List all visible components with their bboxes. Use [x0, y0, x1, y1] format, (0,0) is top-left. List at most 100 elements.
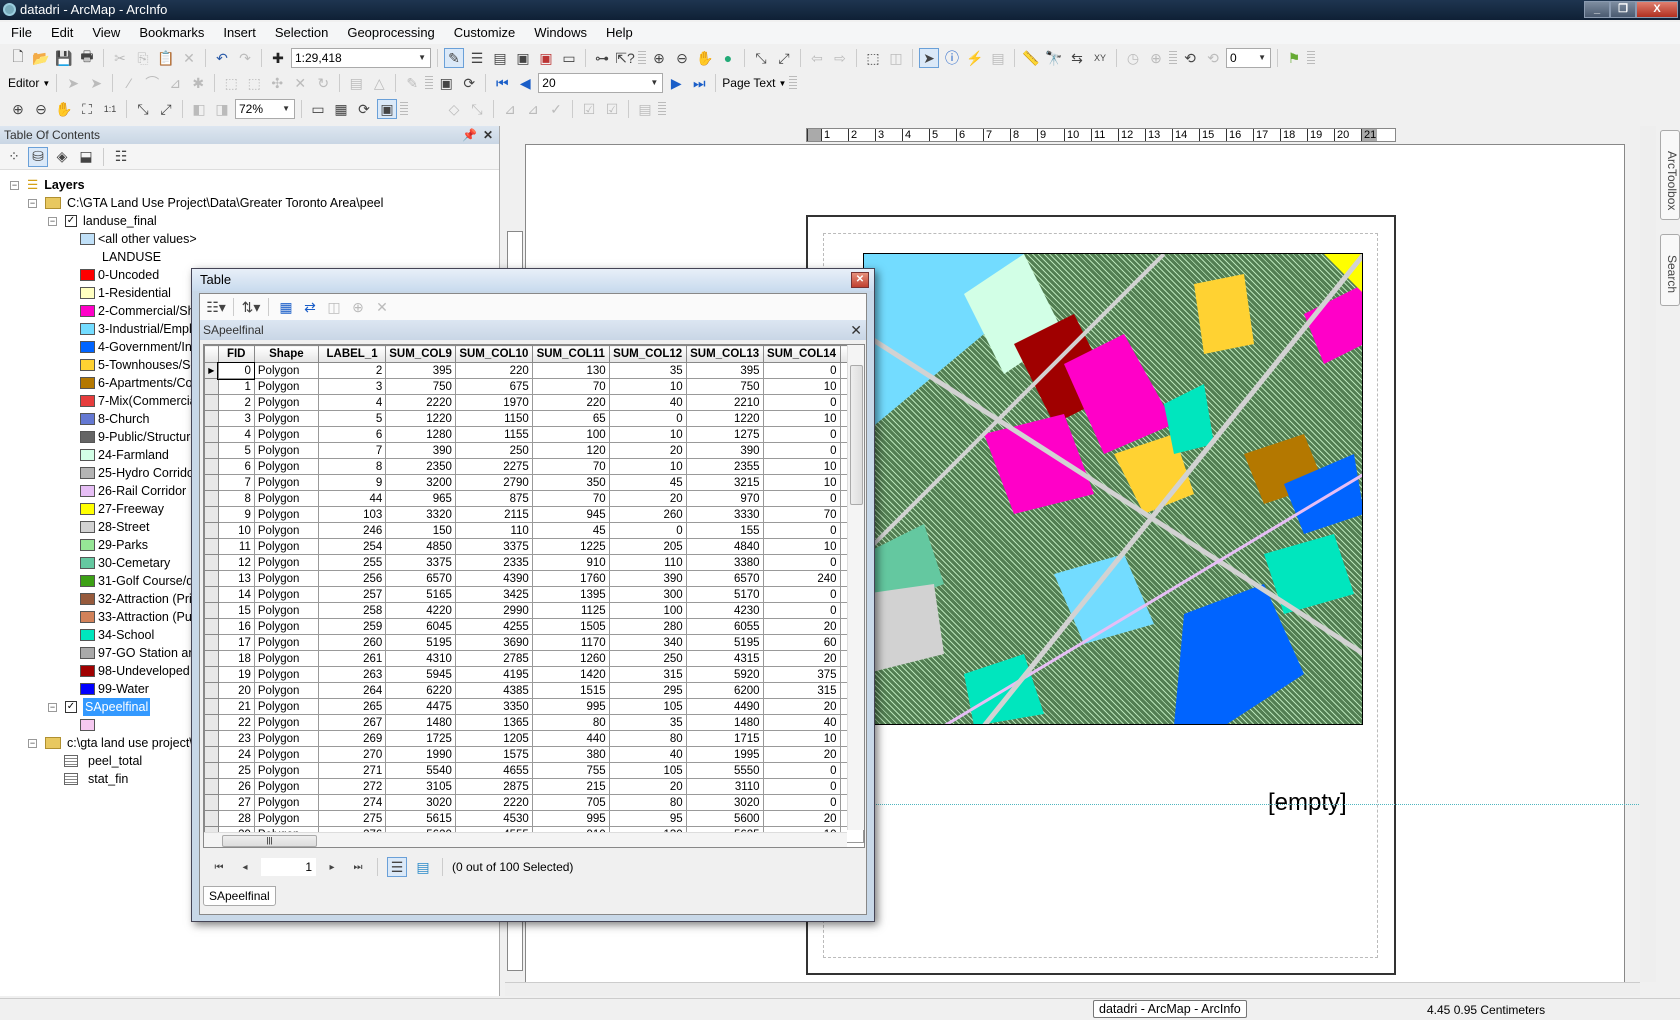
table-cell[interactable]: Polygon — [253, 506, 319, 523]
select-features-icon[interactable]: ⬚ — [863, 48, 883, 68]
table-cell[interactable]: 4315 — [685, 650, 764, 667]
table-cell[interactable]: 5920 — [685, 666, 764, 683]
next-record-icon[interactable]: ▸ — [322, 857, 342, 877]
table-row[interactable]: 9 Polygon 103 3320 2115 945 260 3330 70 — [204, 506, 864, 523]
table-cell[interactable]: 40 — [608, 746, 687, 763]
table-cell[interactable]: 10 — [217, 522, 255, 539]
delete-selected-icon[interactable]: ✕ — [372, 297, 392, 317]
table-cell[interactable]: 70 — [531, 378, 610, 395]
table-cell[interactable]: 1715 — [685, 730, 764, 747]
table-cell[interactable]: 20 — [608, 490, 687, 507]
table-cell[interactable]: 258 — [317, 602, 387, 619]
table-cell[interactable]: 1725 — [385, 730, 456, 747]
table-cell[interactable]: 155 — [685, 522, 764, 539]
html-popup-icon[interactable]: ▤ — [988, 48, 1008, 68]
search-window-icon[interactable]: ▣ — [513, 48, 533, 68]
row-selector[interactable] — [204, 810, 219, 827]
toc-close-icon[interactable]: ✕ — [483, 126, 493, 144]
table-cell[interactable]: 259 — [317, 618, 387, 635]
table-cell[interactable]: 2785 — [454, 650, 533, 667]
layout-horizontal-scrollbar[interactable] — [505, 982, 1640, 996]
legend-swatch[interactable] — [80, 719, 95, 731]
row-selector[interactable] — [204, 698, 219, 715]
table-cell[interactable]: Polygon — [253, 650, 319, 667]
table-cell[interactable]: 65 — [531, 410, 610, 427]
attributes-icon[interactable]: ▤ — [346, 73, 366, 93]
table-row[interactable]: 4 Polygon 6 1280 1155 100 10 1275 0 — [204, 426, 864, 443]
table-cell[interactable]: 17 — [217, 634, 255, 651]
grid-vertical-scrollbar[interactable] — [847, 345, 864, 830]
close-table-tab-icon[interactable]: ✕ — [850, 320, 862, 340]
table-cell[interactable]: Polygon — [253, 426, 319, 443]
previous-extent-layout-icon[interactable]: ◧ — [189, 99, 209, 119]
table-cell[interactable]: 6055 — [685, 618, 764, 635]
table-cell[interactable]: 105 — [608, 698, 687, 715]
next-extent-layout-icon[interactable]: ◨ — [212, 99, 232, 119]
visibility-checkbox[interactable]: ✓ — [65, 215, 77, 227]
edit-vertices-icon[interactable]: ⬚ — [221, 73, 241, 93]
table-cell[interactable]: 0 — [762, 394, 841, 411]
table-cell[interactable]: 9 — [317, 474, 387, 491]
table-cell[interactable]: 20 — [762, 746, 841, 763]
table-cell[interactable]: 2350 — [385, 458, 456, 475]
row-selector[interactable] — [204, 778, 219, 795]
whats-this-icon[interactable]: ⇱? — [615, 48, 635, 68]
table-cell[interactable]: 0 — [762, 426, 841, 443]
table-cell[interactable]: Polygon — [253, 362, 319, 379]
row-selector[interactable] — [204, 378, 219, 395]
table-cell[interactable]: Polygon — [253, 602, 319, 619]
legend-class[interactable]: 33-Attraction (Pub — [80, 608, 199, 626]
page-number-combo[interactable]: 20 — [538, 73, 664, 93]
table-cell[interactable]: Polygon — [253, 746, 319, 763]
table-cell[interactable]: Polygon — [253, 810, 319, 827]
map-topology-icon[interactable]: ⊿ — [500, 99, 520, 119]
legend-swatch[interactable] — [80, 449, 95, 461]
table-cell[interactable]: Polygon — [253, 458, 319, 475]
table-cell[interactable]: 4530 — [454, 810, 533, 827]
table-cell[interactable]: 4310 — [385, 650, 456, 667]
table-row[interactable]: 28 Polygon 275 5615 4530 995 95 5600 20 — [204, 810, 864, 827]
arctoolbox-tab[interactable]: ArcToolbox — [1660, 130, 1680, 220]
legend-swatch[interactable] — [80, 323, 95, 335]
table-row[interactable]: 24 Polygon 270 1990 1575 380 40 1995 20 — [204, 746, 864, 763]
table-cell[interactable]: 2115 — [454, 506, 533, 523]
legend-swatch[interactable] — [80, 521, 95, 533]
row-selector[interactable] — [204, 474, 219, 491]
data-frame-map[interactable] — [863, 253, 1363, 725]
table-cell[interactable]: 315 — [608, 666, 687, 683]
table-cell[interactable]: 10 — [762, 474, 841, 491]
table-cell[interactable]: 3350 — [454, 698, 533, 715]
editor-toolbar-icon[interactable]: ✎ — [444, 48, 464, 68]
edit-annotation-icon[interactable]: ➤ — [86, 73, 106, 93]
zoom-in-icon[interactable]: ⊕ — [649, 48, 669, 68]
table-cell[interactable]: 13 — [217, 570, 255, 587]
grid-horizontal-scroll-thumb[interactable]: ||| — [222, 835, 317, 847]
menu-windows[interactable]: Windows — [523, 22, 595, 44]
table-cell[interactable]: 340 — [608, 634, 687, 651]
add-data-icon[interactable]: ✚ — [268, 48, 288, 68]
legend-class[interactable]: 27-Freeway — [80, 500, 164, 518]
table-cell[interactable]: 103 — [317, 506, 387, 523]
table-cell[interactable]: Polygon — [253, 554, 319, 571]
maximize-button[interactable]: ❐ — [1610, 1, 1636, 18]
table-cell[interactable]: 0 — [217, 361, 256, 380]
row-selector[interactable] — [204, 442, 219, 459]
fix-errors-icon[interactable]: ✓ — [546, 99, 566, 119]
table-cell[interactable]: 390 — [385, 442, 456, 459]
table-cell[interactable]: 95 — [608, 810, 687, 827]
table-cell[interactable]: 5170 — [685, 586, 764, 603]
arctoolbox-icon[interactable]: ▣ — [536, 48, 556, 68]
zoom-out-icon[interactable]: ⊖ — [672, 48, 692, 68]
table-cell[interactable]: 2 — [317, 362, 387, 379]
table-cell[interactable]: 20 — [762, 618, 841, 635]
table-cell[interactable]: 12 — [217, 554, 255, 571]
table-cell[interactable]: 45 — [608, 474, 687, 491]
legend-class[interactable]: 28-Street — [80, 518, 149, 536]
table-cell[interactable]: Polygon — [253, 570, 319, 587]
table-cell[interactable]: 945 — [531, 506, 610, 523]
table-cell[interactable]: Polygon — [253, 394, 319, 411]
table-cell[interactable]: 25 — [217, 762, 255, 779]
table-row[interactable]: 16 Polygon 259 6045 4255 1505 280 6055 20 — [204, 618, 864, 635]
legend-swatch[interactable] — [80, 683, 95, 695]
column-header[interactable]: SUM_COL11 — [531, 345, 610, 363]
